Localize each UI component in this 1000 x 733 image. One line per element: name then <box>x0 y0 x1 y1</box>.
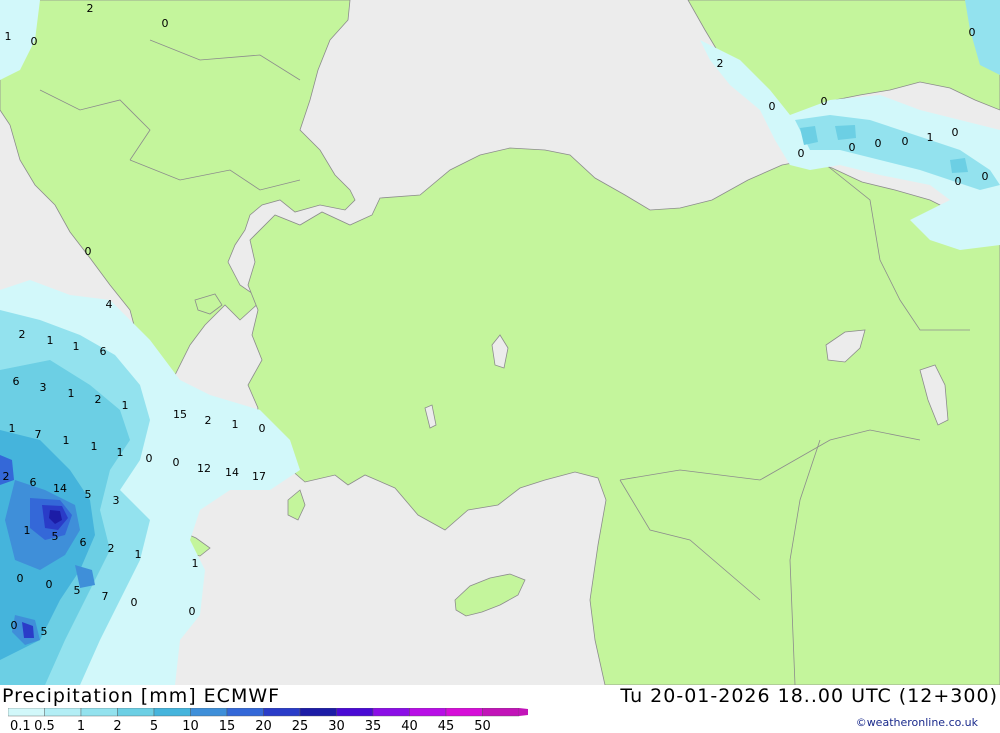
precip-value-label: 5 <box>41 625 48 638</box>
legend-label: 0.5 <box>34 719 55 733</box>
legend-label: 45 <box>438 719 455 733</box>
legend-swatch <box>190 708 228 717</box>
precip-value-label: 3 <box>40 381 47 394</box>
precip-value-label: 12 <box>197 462 211 475</box>
precip-value-label: 0 <box>798 147 805 160</box>
legend-swatch <box>372 708 410 717</box>
precip-value-label: 1 <box>5 30 12 43</box>
legend-swatch <box>117 708 155 717</box>
legend-label: 50 <box>474 719 491 733</box>
legend-swatch <box>409 708 447 717</box>
precip-value-label: 0 <box>162 17 169 30</box>
precip-value-label: 7 <box>35 428 42 441</box>
credit-link[interactable]: ©weatheronline.co.uk <box>856 716 978 729</box>
precip-value-label: 6 <box>100 345 107 358</box>
legend-swatch <box>482 708 520 717</box>
precip-value-label: 6 <box>80 536 87 549</box>
precip-value-label: 0 <box>982 170 989 183</box>
legend-swatch <box>226 708 264 717</box>
precip-value-label: 1 <box>232 418 239 431</box>
precip-value-label: 0 <box>173 456 180 469</box>
precip-value-label: 15 <box>173 408 187 421</box>
precip-value-label: 0 <box>955 175 962 188</box>
legend-label: 5 <box>150 719 158 733</box>
legend-label: 10 <box>182 719 199 733</box>
precip-value-label: 1 <box>927 131 934 144</box>
precip-value-label: 17 <box>252 470 266 483</box>
legend-swatch <box>8 708 45 717</box>
precip-value-label: 0 <box>146 452 153 465</box>
precip-ne-2c <box>950 158 968 173</box>
legend-label: 15 <box>219 719 236 733</box>
legend-label: 2 <box>113 719 121 733</box>
precip-value-label: 1 <box>9 422 16 435</box>
precip-value-label: 0 <box>11 619 18 632</box>
precip-value-label: 1 <box>135 548 142 561</box>
legend-label: 1 <box>77 719 85 733</box>
legend-swatch <box>299 708 337 717</box>
precip-value-label: 5 <box>74 584 81 597</box>
precip-value-label: 1 <box>122 399 129 412</box>
precip-value-label: 5 <box>52 530 59 543</box>
legend-arrow <box>519 708 528 716</box>
precip-value-label: 1 <box>91 440 98 453</box>
precip-value-label: 3 <box>113 494 120 507</box>
precip-value-label: 0 <box>131 596 138 609</box>
precip-value-label: 4 <box>106 298 113 311</box>
precip-value-label: 6 <box>30 476 37 489</box>
legend-swatch <box>263 708 301 717</box>
legend-swatch <box>445 708 483 717</box>
precip-value-label: 2 <box>87 2 94 15</box>
legend-label: 40 <box>401 719 418 733</box>
precip-value-label: 0 <box>31 35 38 48</box>
precip-value-label: 1 <box>73 340 80 353</box>
precip-value-label: 2 <box>19 328 26 341</box>
precip-value-label: 2 <box>108 542 115 555</box>
precip-value-label: 2 <box>205 414 212 427</box>
precip-value-label: 0 <box>189 605 196 618</box>
precip-value-label: 1 <box>47 334 54 347</box>
precip-value-label: 14 <box>53 482 67 495</box>
precip-value-label: 2 <box>95 393 102 406</box>
legend-label: 30 <box>328 719 345 733</box>
legend-swatch <box>80 708 118 717</box>
precip-value-label: 0 <box>969 26 976 39</box>
precip-value-label: 0 <box>849 141 856 154</box>
color-legend: 0.1 0.5 1 2 5 10 15 20 25 30 35 40 45 50 <box>8 708 528 733</box>
precip-value-label: 0 <box>17 572 24 585</box>
precip-value-label: 14 <box>225 466 239 479</box>
precip-value-label: 1 <box>24 524 31 537</box>
valid-time: Tu 20-01-2026 18..00 UTC (12+300) <box>620 685 998 707</box>
legend-swatch <box>44 708 82 717</box>
precip-value-label: 0 <box>821 95 828 108</box>
precip-value-label: 0 <box>769 100 776 113</box>
legend-swatch <box>336 708 374 717</box>
precip-value-label: 0 <box>902 135 909 148</box>
precip-value-label: 1 <box>63 434 70 447</box>
legend-label: 0.1 <box>10 719 31 733</box>
legend-label: 25 <box>292 719 309 733</box>
precip-value-label: 6 <box>13 375 20 388</box>
precipitation-map: 201 020 00 0 0 1 000 00042 1 1 66 3 1 2 11 7 1112 1 00 0151… <box>0 0 1000 685</box>
footer-bar: Precipitation [mm] ECMWF Tu 20-01-2026 1… <box>0 685 1000 733</box>
precip-value-label: 2 <box>717 57 724 70</box>
legend-label: 35 <box>365 719 382 733</box>
precip-value-label: 7 <box>102 590 109 603</box>
precip-value-label: 2 <box>3 470 10 483</box>
precip-value-label: 1 <box>192 557 199 570</box>
precip-value-label: 1 <box>117 446 124 459</box>
chart-title: Precipitation [mm] ECMWF <box>2 685 281 707</box>
precip-value-label: 5 <box>85 488 92 501</box>
precip-value-label: 0 <box>85 245 92 258</box>
precip-value-label: 1 <box>68 387 75 400</box>
legend-label: 20 <box>255 719 272 733</box>
precip-value-label: 0 <box>46 578 53 591</box>
precip-value-label: 0 <box>259 422 266 435</box>
precip-value-label: 0 <box>952 126 959 139</box>
legend-swatch <box>153 708 191 717</box>
precip-ne-2b <box>835 125 856 140</box>
precip-value-label: 0 <box>875 137 882 150</box>
